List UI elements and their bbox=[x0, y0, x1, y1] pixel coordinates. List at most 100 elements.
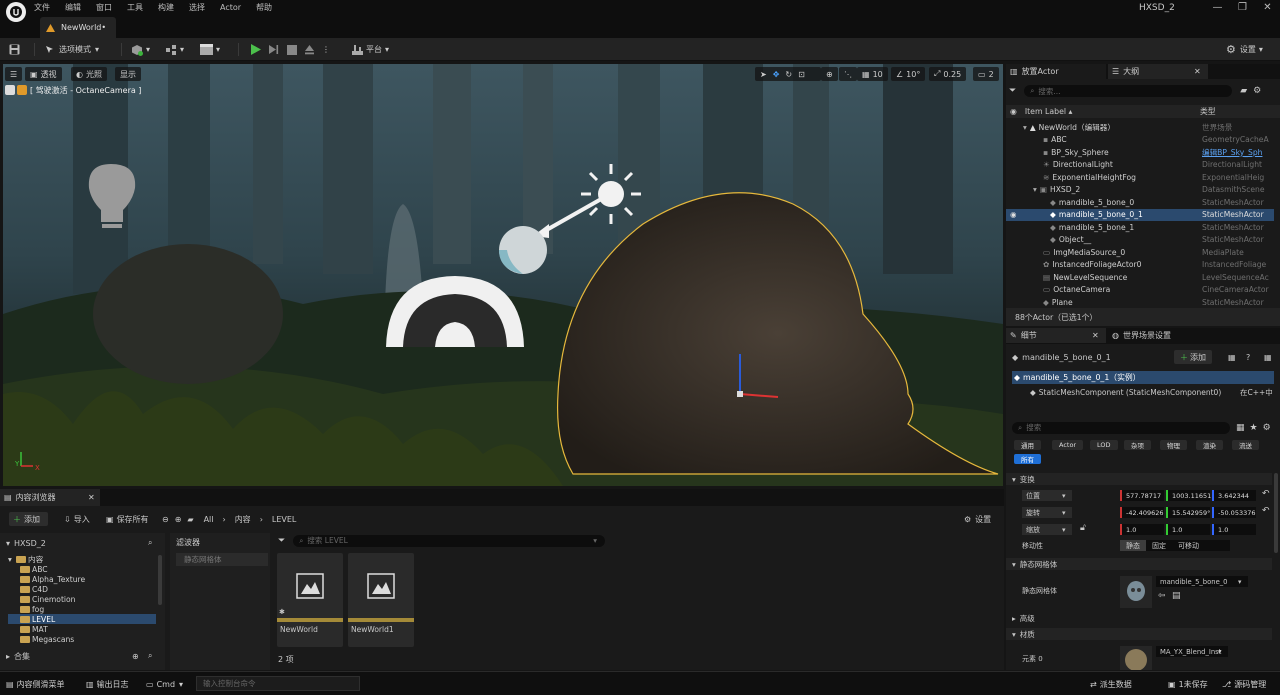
content-drawer-button[interactable]: ▤ 内容侧滑菜单 bbox=[6, 677, 65, 691]
lock-scale-icon[interactable]: 🔓︎ bbox=[1080, 523, 1086, 533]
world-local-icon[interactable]: ⊕ bbox=[821, 67, 838, 81]
type-column[interactable]: 类型 bbox=[1200, 106, 1216, 117]
details-scrollbar[interactable] bbox=[1274, 473, 1278, 553]
filter-lod[interactable]: LOD bbox=[1090, 440, 1118, 450]
collections-row[interactable]: ▸ 合集 ⊕ ⌕ bbox=[6, 649, 161, 663]
location-y-field[interactable]: 1003.11651 bbox=[1166, 490, 1211, 501]
details-search-input[interactable]: ⌕ 搜索 bbox=[1012, 421, 1230, 434]
table-view-icon[interactable]: ▦ bbox=[1236, 423, 1245, 433]
console-input[interactable]: 输入控制台命令 bbox=[196, 676, 360, 691]
section-materials[interactable]: ▾ 材质 bbox=[1006, 628, 1272, 640]
tab-content-browser[interactable]: ▤ 内容浏览器 ✕ bbox=[0, 489, 100, 506]
mobility-movable[interactable]: 可移动 bbox=[1172, 541, 1205, 551]
search-icon[interactable]: ⌕ bbox=[148, 538, 152, 548]
tree-row[interactable]: ◆ mandible_5_bone_0 StaticMeshActor bbox=[1006, 196, 1274, 209]
import-button[interactable]: ⇩ 导入 bbox=[64, 512, 90, 526]
tree-row[interactable]: ▭ OctaneCamera CineCameraActor bbox=[1006, 284, 1274, 297]
search-icon[interactable]: ⌕ bbox=[148, 651, 152, 661]
location-x-field[interactable]: 577.78717 bbox=[1120, 490, 1164, 501]
menu-actor[interactable]: Actor bbox=[220, 3, 241, 12]
select-arrow-icon[interactable]: ➤ bbox=[760, 70, 767, 79]
eject-button[interactable] bbox=[304, 42, 315, 57]
filter-icon[interactable]: ⏷ bbox=[278, 536, 285, 546]
menu-help[interactable]: 帮助 bbox=[256, 2, 272, 13]
outliner-settings-icon[interactable]: ⚙ bbox=[1253, 86, 1261, 96]
play-button[interactable] bbox=[250, 42, 261, 57]
tree-row[interactable]: ◆ mandible_5_bone_1 StaticMeshActor bbox=[1006, 221, 1274, 234]
material-dropdown[interactable]: MA_YX_Blend_Inst ▾ bbox=[1156, 646, 1228, 657]
unsaved-button[interactable]: ▣ 1未保存 bbox=[1168, 677, 1208, 691]
scale-icon[interactable]: ⊡ bbox=[798, 70, 805, 79]
tree-row[interactable]: ▾ ▲ NewWorld（编辑器） 世界场景 bbox=[1006, 121, 1274, 134]
level-viewport[interactable]: ☰ ▣ 透视 ◐ 光照 显示 ➤ ✥ ↻ ⊡ ⊕ ⋱ ▦ 10 ∠ 10° ⤢ bbox=[3, 64, 1003, 486]
folder-row[interactable]: ▾Megascans bbox=[8, 634, 156, 644]
add-component-button[interactable]: ＋ 添加 bbox=[1174, 350, 1212, 364]
scale-dropdown[interactable]: 缩放 ▾ bbox=[1022, 524, 1072, 535]
reset-icon[interactable]: ↶ bbox=[1262, 489, 1270, 499]
tree-row[interactable]: ☀ DirectionalLight DirectionalLight bbox=[1006, 159, 1274, 172]
item-label-column[interactable]: Item Label ▴ bbox=[1025, 107, 1073, 116]
instance-row[interactable]: ◆ mandible_5_bone_0_1（实例） bbox=[1012, 371, 1274, 384]
mesh-thumbnail[interactable] bbox=[1120, 576, 1152, 608]
tree-row[interactable]: ▭ ImgMediaSource_0 MediaPlate bbox=[1006, 246, 1274, 259]
back-icon[interactable]: ⊖ bbox=[162, 515, 169, 524]
tree-row[interactable]: ≋ ExponentialHeightFog ExponentialHeig bbox=[1006, 171, 1274, 184]
expand-icon[interactable]: ▾ bbox=[1033, 185, 1037, 194]
move-icon[interactable]: ✥ bbox=[773, 70, 780, 79]
tree-row-selected[interactable]: ◉ ◆ mandible_5_bone_0_1 StaticMeshActor bbox=[1006, 208, 1274, 221]
menu-window[interactable]: 窗口 bbox=[96, 2, 112, 13]
output-log-button[interactable]: ▥ 输出日志 bbox=[86, 677, 129, 691]
stop-button[interactable] bbox=[287, 42, 297, 57]
menu-select[interactable]: 选择 bbox=[189, 2, 205, 13]
content-settings-button[interactable]: ⚙ 设置 bbox=[964, 512, 991, 526]
camera-speed-button[interactable]: ▭ 2 bbox=[973, 67, 999, 81]
close-icon[interactable]: ✕ bbox=[1255, 2, 1280, 13]
add-folder-icon[interactable]: ▰ bbox=[1240, 86, 1247, 96]
tab-details[interactable]: ✎ 细节 ✕ bbox=[1006, 328, 1106, 343]
perspective-button[interactable]: ▣ 透视 bbox=[25, 67, 62, 81]
asset-tile[interactable]: NewWorld1 bbox=[348, 553, 414, 647]
rotation-x-field[interactable]: -42.409626 bbox=[1120, 507, 1164, 518]
scale-z-field[interactable]: 1.0 bbox=[1212, 524, 1256, 535]
material-thumbnail[interactable] bbox=[1120, 646, 1152, 670]
row-type-link[interactable]: 编辑BP_Sky_Sph bbox=[1202, 147, 1270, 158]
close-tab-icon[interactable]: ✕ bbox=[1092, 331, 1099, 340]
save-all-button[interactable]: ▣ 保存所有 bbox=[106, 512, 149, 526]
filter-icon[interactable]: ⏷ bbox=[1009, 86, 1016, 96]
add-collection-icon[interactable]: ⊕ bbox=[132, 652, 139, 661]
details-settings-icon[interactable]: ⚙ bbox=[1263, 423, 1271, 433]
section-static-mesh[interactable]: ▾ 静态网格体 bbox=[1006, 558, 1272, 570]
filter-all[interactable]: 所有 bbox=[1014, 454, 1041, 464]
lit-button[interactable]: ◐ 光照 bbox=[71, 67, 107, 81]
section-advanced[interactable]: ▸ 高级 bbox=[1006, 612, 1272, 624]
filter-physics[interactable]: 物理 bbox=[1160, 440, 1187, 450]
component-row[interactable]: ◆ StaticMeshComponent (StaticMeshCompone… bbox=[1030, 386, 1280, 399]
forward-icon[interactable]: ⊕ bbox=[175, 515, 182, 524]
crumb-all[interactable]: All bbox=[204, 515, 214, 524]
platform-button[interactable]: 平台 ▾ bbox=[352, 42, 389, 57]
scale-y-field[interactable]: 1.0 bbox=[1166, 524, 1210, 535]
add-actor-button[interactable]: ▾ bbox=[131, 42, 150, 57]
visibility-icon[interactable]: ◉ bbox=[1010, 107, 1017, 116]
menu-edit[interactable]: 编辑 bbox=[65, 2, 81, 13]
static-mesh-dropdown[interactable]: mandible_5_bone_0 ▾ bbox=[1156, 576, 1248, 587]
select-mode-button[interactable]: 选项模式 ▾ bbox=[45, 42, 99, 57]
tree-row[interactable]: ▪ ABC GeometryCacheA bbox=[1006, 134, 1274, 147]
surface-snap-icon[interactable]: ⋱ bbox=[839, 67, 857, 81]
location-dropdown[interactable]: 位置 ▾ bbox=[1022, 490, 1072, 501]
folder-row[interactable]: ABC bbox=[8, 564, 156, 574]
grid-snap-button[interactable]: ▦ 10 bbox=[857, 67, 888, 81]
filter-rendering[interactable]: 渲染 bbox=[1196, 440, 1223, 450]
add-button[interactable]: ＋ 添加 bbox=[9, 512, 48, 526]
viewport-menu-button[interactable]: ☰ bbox=[5, 67, 23, 81]
maximize-icon[interactable]: ❐ bbox=[1230, 2, 1255, 13]
tree-row[interactable]: ▪ BP_Sky_Sphere 编辑BP_Sky_Sph bbox=[1006, 146, 1274, 159]
folder-row[interactable]: MAT bbox=[8, 624, 156, 634]
advance-frame-button[interactable] bbox=[268, 42, 279, 57]
cinematics-button[interactable]: ▾ bbox=[200, 42, 220, 57]
blueprint-icon[interactable]: ▦ bbox=[1228, 353, 1236, 362]
unreal-logo-icon[interactable] bbox=[6, 2, 26, 22]
tree-row[interactable]: ▤ NewLevelSequence LevelSequenceAc bbox=[1006, 271, 1274, 284]
close-tab-icon[interactable]: ✕ bbox=[1194, 67, 1201, 76]
folder-row-selected[interactable]: LEVEL bbox=[8, 614, 156, 624]
